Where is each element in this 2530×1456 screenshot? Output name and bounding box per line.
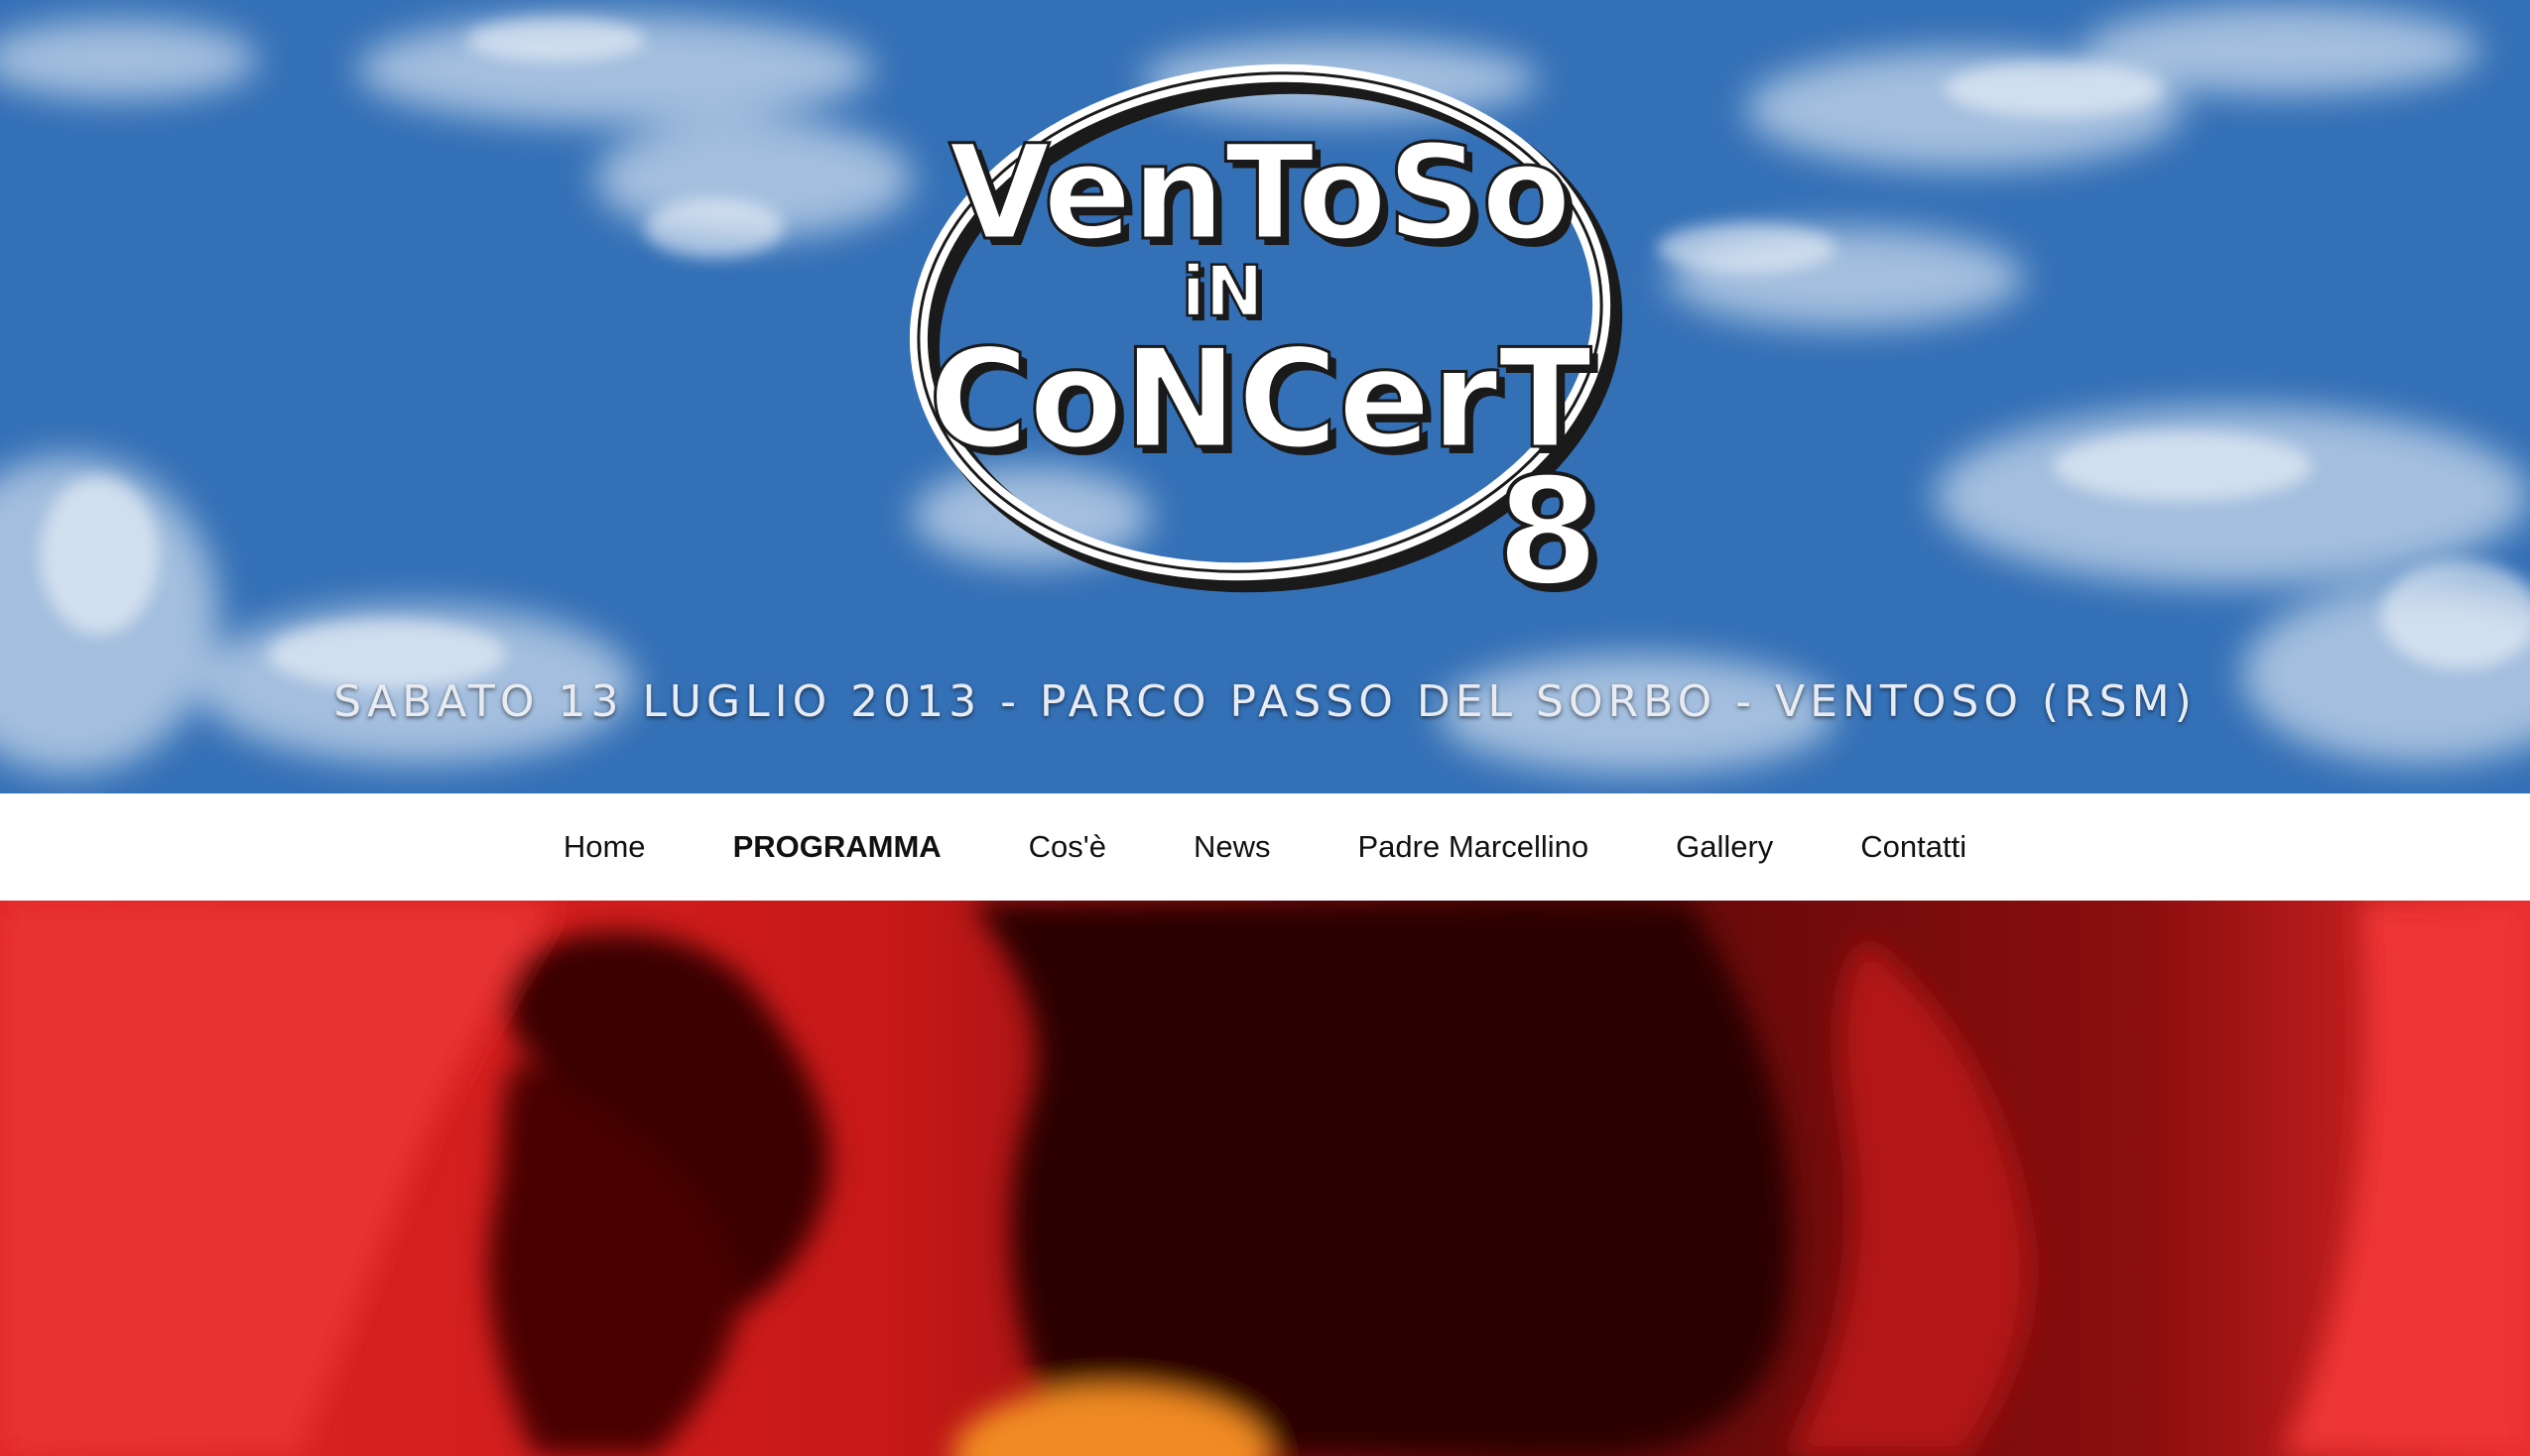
nav-item-programma[interactable]: PROGRAMMA: [733, 829, 942, 865]
performer-photo-image: [0, 901, 2530, 1456]
nav-item-cos-e[interactable]: Cos'è: [1029, 829, 1106, 865]
nav-item-news[interactable]: News: [1194, 829, 1271, 865]
hero-header: VenToSo VenToSo iN iN CoNCerT CoNCerT 8 …: [0, 0, 2530, 793]
logo-line-concert: CoNCerT: [929, 319, 1592, 479]
page: VenToSo VenToSo iN iN CoNCerT CoNCerT 8 …: [0, 0, 2530, 1456]
nav-item-gallery[interactable]: Gallery: [1676, 829, 1773, 865]
concert-photo: [0, 901, 2530, 1456]
logo-line-ventoso: VenToSo: [949, 117, 1571, 270]
nav-item-padre-marcellino[interactable]: Padre Marcellino: [1357, 829, 1588, 865]
nav-item-contatti[interactable]: Contatti: [1860, 829, 1966, 865]
nav-item-home[interactable]: Home: [564, 829, 646, 865]
logo-edition-number: 8: [1496, 446, 1599, 619]
main-navigation: Home PROGRAMMA Cos'è News Padre Marcelli…: [0, 793, 2530, 901]
event-date-location: SABATO 13 LUGLIO 2013 - PARCO PASSO DEL …: [333, 676, 2197, 727]
ventoso-in-concert-logo[interactable]: VenToSo VenToSo iN iN CoNCerT CoNCerT 8 …: [878, 40, 1652, 625]
